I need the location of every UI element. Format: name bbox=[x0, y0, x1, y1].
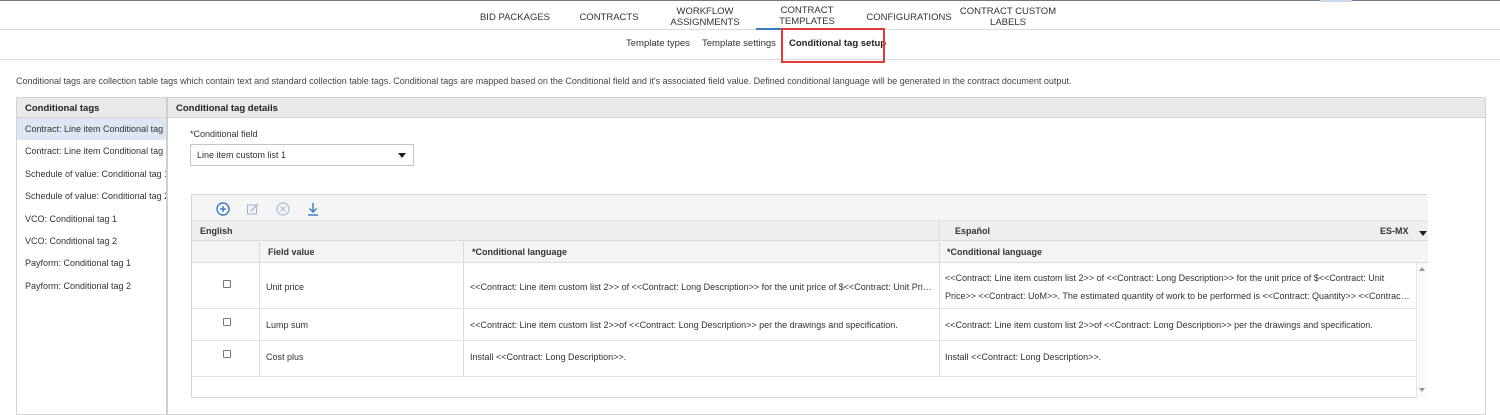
tab-configurations[interactable]: CONFIGURATIONS bbox=[866, 4, 952, 30]
conditional-language-es-cell-line2[interactable]: Price>> <<Contract: UoM>>. The estimated… bbox=[945, 291, 1410, 301]
conditional-language-en-cell[interactable]: <<Contract: Line item custom list 2>> of… bbox=[470, 282, 932, 292]
conditional-language-es-cell[interactable]: Install <<Contract: Long Description>>. bbox=[945, 352, 1410, 362]
add-icon[interactable] bbox=[215, 201, 231, 217]
scroll-down-icon[interactable] bbox=[1419, 388, 1425, 392]
grid-scrollbar[interactable] bbox=[1416, 263, 1427, 398]
table-row[interactable]: Unit price <<Contract: Line item custom … bbox=[192, 263, 1416, 309]
tab-workflow-assignments[interactable]: WORKFLOW ASSIGNMENTS bbox=[662, 4, 748, 30]
conditional-language-en-cell[interactable]: <<Contract: Line item custom list 2>>of … bbox=[470, 320, 932, 330]
column-divider bbox=[939, 221, 940, 241]
col-conditional-language-en: *Conditional language bbox=[472, 247, 568, 257]
conditional-field-value: Line item custom list 1 bbox=[197, 150, 287, 160]
conditional-tags-header: Conditional tags bbox=[17, 98, 166, 118]
table-row[interactable]: Cost plus Install <<Contract: Long Descr… bbox=[192, 341, 1416, 377]
language-spanish-label: Español bbox=[955, 226, 991, 236]
conditional-language-grid: English Español ES-MX Field value *Condi… bbox=[191, 194, 1428, 398]
conditional-tags-panel: Conditional tags Contract: Line item Con… bbox=[16, 97, 166, 415]
language-dropdown-icon[interactable] bbox=[1419, 231, 1427, 236]
main-nav: BID PACKAGES CONTRACTS WORKFLOW ASSIGNME… bbox=[0, 1, 1500, 30]
column-header-row: Field value *Conditional language *Condi… bbox=[192, 241, 1428, 263]
col-field-value: Field value bbox=[268, 247, 315, 257]
tag-item[interactable]: Schedule of value: Conditional tag 1 bbox=[17, 163, 166, 185]
tag-item[interactable]: Payform: Conditional tag 2 bbox=[17, 275, 166, 297]
scroll-up-icon[interactable] bbox=[1419, 267, 1425, 271]
conditional-field-label: *Conditional field bbox=[190, 129, 258, 139]
row-checkbox[interactable] bbox=[223, 350, 231, 358]
conditional-language-en-cell[interactable]: Install <<Contract: Long Description>>. bbox=[470, 352, 932, 362]
subtab-template-types[interactable]: Template types bbox=[626, 38, 690, 49]
details-header: Conditional tag details bbox=[168, 98, 1485, 118]
tab-contract-templates[interactable]: CONTRACT TEMPLATES bbox=[756, 4, 858, 30]
highlight-annotation-box bbox=[781, 28, 885, 63]
conditional-language-es-cell[interactable]: <<Contract: Line item custom list 2>>of … bbox=[945, 320, 1410, 330]
row-checkbox[interactable] bbox=[223, 318, 231, 326]
conditional-language-es-cell-line1[interactable]: <<Contract: Line item custom list 2>> of… bbox=[945, 273, 1410, 283]
page-description: Conditional tags are collection table ta… bbox=[16, 76, 1072, 86]
caret-down-icon bbox=[398, 153, 406, 158]
table-row[interactable]: Lump sum <<Contract: Line item custom li… bbox=[192, 309, 1416, 341]
language-code-label: ES-MX bbox=[1380, 226, 1409, 236]
conditional-field-select[interactable]: Line item custom list 1 bbox=[190, 144, 414, 166]
tab-contract-custom-labels[interactable]: CONTRACT CUSTOM LABELS bbox=[958, 4, 1058, 30]
col-conditional-language-es: *Conditional language bbox=[947, 247, 1043, 257]
tag-item[interactable]: Contract: Line item Conditional tag 2 bbox=[17, 140, 166, 162]
sub-nav: Template types Template settings Conditi… bbox=[0, 30, 1500, 60]
language-english-label: English bbox=[200, 226, 233, 236]
subtab-template-settings[interactable]: Template settings bbox=[702, 38, 776, 49]
grid-toolbar bbox=[192, 195, 1428, 221]
tab-contracts[interactable]: CONTRACTS bbox=[574, 4, 644, 30]
tag-item[interactable]: VCO: Conditional tag 1 bbox=[17, 208, 166, 230]
tab-bid-packages[interactable]: BID PACKAGES bbox=[474, 4, 556, 30]
conditional-tag-details-panel: Conditional tag details *Conditional fie… bbox=[166, 97, 1486, 415]
row-checkbox[interactable] bbox=[223, 280, 231, 288]
field-value-cell: Lump sum bbox=[266, 320, 309, 330]
field-value-cell: Cost plus bbox=[266, 352, 304, 362]
tag-item[interactable]: Schedule of value: Conditional tag 2 bbox=[17, 185, 166, 207]
edit-icon[interactable] bbox=[245, 201, 261, 217]
tag-item[interactable]: VCO: Conditional tag 2 bbox=[17, 230, 166, 252]
field-value-cell: Unit price bbox=[266, 282, 305, 292]
tag-item[interactable]: Payform: Conditional tag 1 bbox=[17, 252, 166, 274]
language-header-row: English Español ES-MX bbox=[192, 221, 1428, 241]
delete-icon[interactable] bbox=[275, 201, 291, 217]
download-icon[interactable] bbox=[305, 201, 321, 217]
tag-item[interactable]: Contract: Line item Conditional tag 1 bbox=[17, 118, 166, 141]
